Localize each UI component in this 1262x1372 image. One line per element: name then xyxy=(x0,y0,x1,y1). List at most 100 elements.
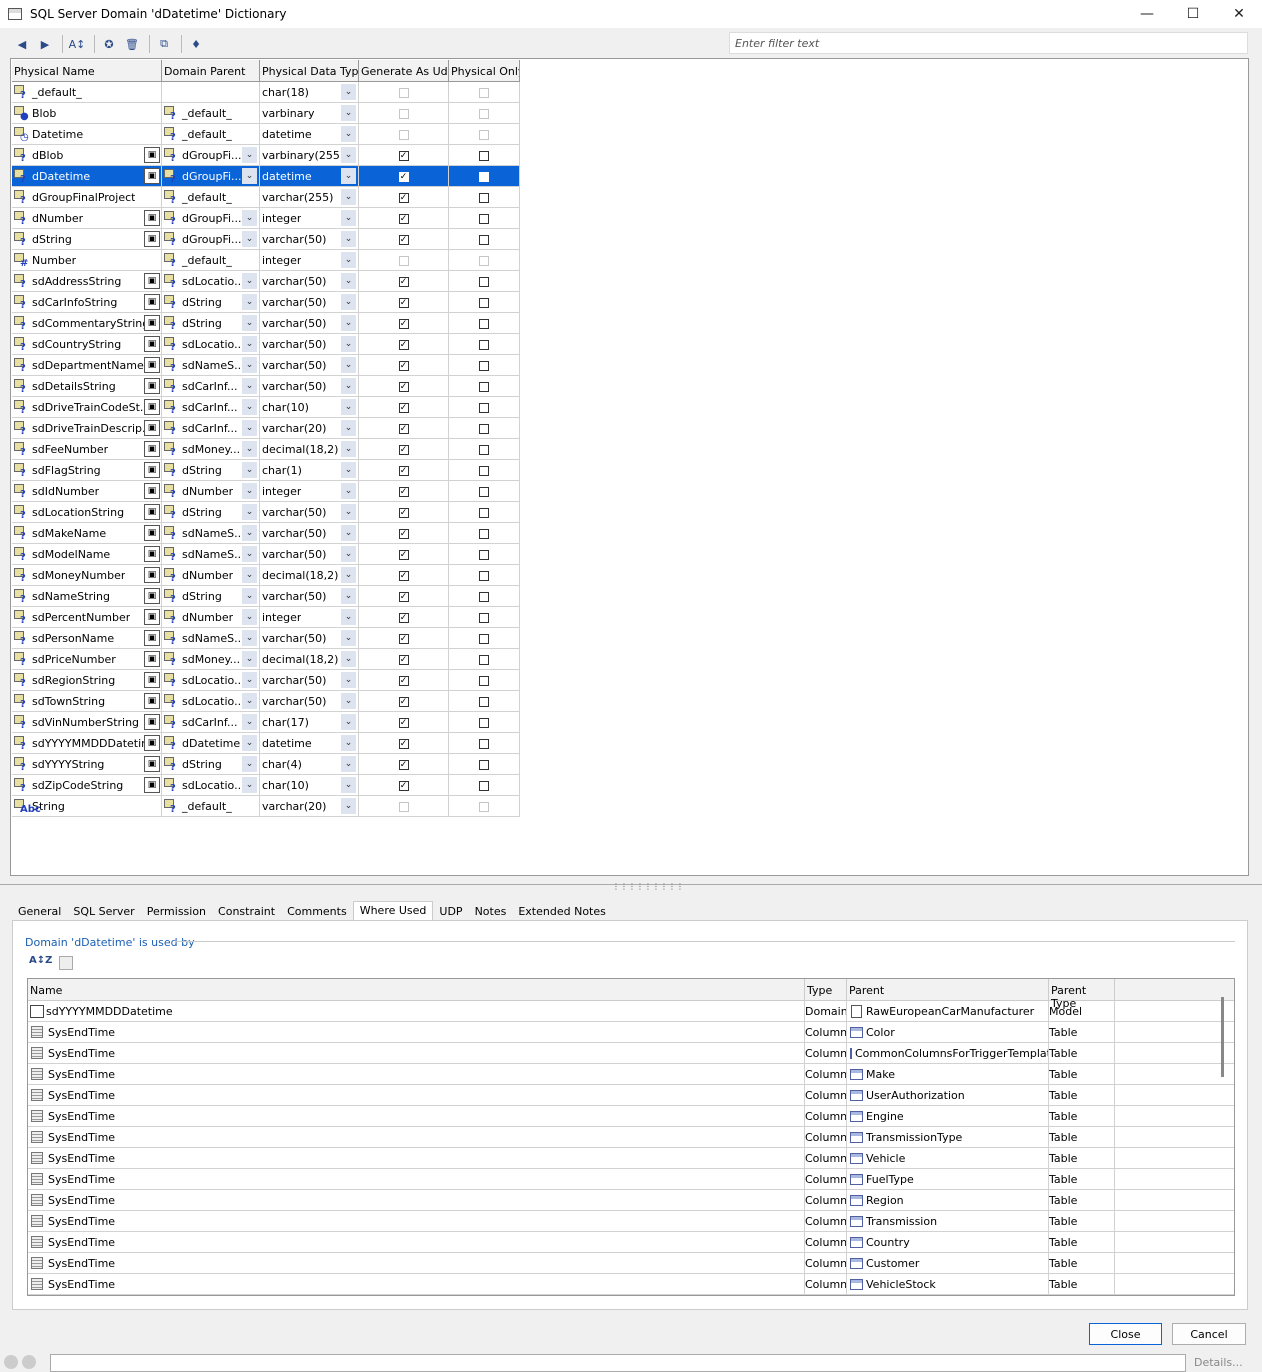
data-type-cell[interactable]: varchar(50) ⌄ xyxy=(260,523,359,544)
grid-row[interactable]: ? sdCommentaryString ▣? dString ⌄ varchar(50)… xyxy=(12,313,520,334)
chevron-down-icon[interactable]: ⌄ xyxy=(242,336,257,352)
physical-name-cell[interactable]: ? sdDriveTrainCodeSt... ▣ xyxy=(12,397,162,418)
chevron-down-icon[interactable]: ⌄ xyxy=(242,357,257,373)
chevron-down-icon[interactable]: ⌄ xyxy=(341,672,356,688)
data-type-cell[interactable]: varchar(50) ⌄ xyxy=(260,691,359,712)
physical-name-cell[interactable]: ? sdNameString ▣ xyxy=(12,586,162,607)
chevron-down-icon[interactable]: ⌄ xyxy=(242,147,257,163)
domain-parent-cell[interactable]: ? dNumber ⌄ xyxy=(162,607,260,628)
physical-name-cell[interactable]: ? sdTownString ▣ xyxy=(12,691,162,712)
where-used-row[interactable]: SysEndTime Column Transmission Table xyxy=(28,1211,1234,1232)
data-type-cell[interactable]: varchar(50) ⌄ xyxy=(260,544,359,565)
grid-row[interactable]: ? dGroupFinalProject? _default_ varchar(255… xyxy=(12,187,520,208)
picker-icon[interactable]: ▣ xyxy=(144,546,160,562)
data-type-cell[interactable]: char(10) ⌄ xyxy=(260,397,359,418)
grid-row[interactable]: ? sdCountryString ▣? sdLocatio... ⌄ varchar(5… xyxy=(12,334,520,355)
chevron-down-icon[interactable]: ⌄ xyxy=(341,462,356,478)
data-type-cell[interactable]: varchar(50) ⌄ xyxy=(260,229,359,250)
tab-notes[interactable]: Notes xyxy=(469,901,513,921)
chevron-down-icon[interactable]: ⌄ xyxy=(242,210,257,226)
data-type-cell[interactable]: varchar(20) ⌄ xyxy=(260,796,359,817)
picker-icon[interactable]: ▣ xyxy=(144,672,160,688)
domain-parent-cell[interactable]: ? sdLocatio... ⌄ xyxy=(162,691,260,712)
domain-parent-cell[interactable]: ? sdLocatio... ⌄ xyxy=(162,334,260,355)
chevron-down-icon[interactable]: ⌄ xyxy=(341,252,356,268)
data-type-cell[interactable]: decimal(18,2) ⌄ xyxy=(260,439,359,460)
physical-only-checkbox[interactable] xyxy=(479,570,489,581)
domain-parent-cell[interactable]: ? dGroupFi... ⌄ xyxy=(162,166,260,187)
data-type-cell[interactable]: varchar(50) ⌄ xyxy=(260,313,359,334)
chevron-down-icon[interactable]: ⌄ xyxy=(242,714,257,730)
chevron-down-icon[interactable]: ⌄ xyxy=(341,399,356,415)
physical-name-cell[interactable]: ? dNumber ▣ xyxy=(12,208,162,229)
physical-name-cell[interactable]: ? sdDriveTrainDescrip... ▣ xyxy=(12,418,162,439)
picker-icon[interactable]: ▣ xyxy=(144,714,160,730)
physical-name-cell[interactable]: Abc String xyxy=(12,796,162,817)
header-domain-parent[interactable]: Domain Parent xyxy=(162,60,260,81)
chevron-down-icon[interactable]: ⌄ xyxy=(341,84,356,100)
chevron-down-icon[interactable]: ⌄ xyxy=(341,609,356,625)
chevron-down-icon[interactable]: ⌄ xyxy=(242,630,257,646)
grid-row[interactable]: ? sdNameString ▣? dString ⌄ varchar(50) ⌄ ✓ xyxy=(12,586,520,607)
chevron-down-icon[interactable]: ⌄ xyxy=(341,546,356,562)
picker-icon[interactable]: ▣ xyxy=(144,609,160,625)
data-type-cell[interactable]: char(17) ⌄ xyxy=(260,712,359,733)
header-physical-data-type[interactable]: Physical Data Type xyxy=(260,60,359,81)
picker-icon[interactable]: ▣ xyxy=(144,462,160,478)
grid-row[interactable]: # Number? _default_ integer ⌄ xyxy=(12,250,520,271)
tab-comments[interactable]: Comments xyxy=(281,901,353,921)
domain-parent-cell[interactable]: ? dDatetime ⌄ xyxy=(162,733,260,754)
chevron-down-icon[interactable]: ⌄ xyxy=(242,525,257,541)
book-icon[interactable]: ♦ xyxy=(186,34,206,54)
chevron-down-icon[interactable]: ⌄ xyxy=(242,735,257,751)
grid-row[interactable]: ? sdFeeNumber ▣? sdMoney... ⌄ decimal(18,2) ⌄ ✓ xyxy=(12,439,520,460)
data-type-cell[interactable]: varbinary ⌄ xyxy=(260,103,359,124)
physical-name-cell[interactable]: ? sdFeeNumber ▣ xyxy=(12,439,162,460)
data-type-cell[interactable]: varchar(50) ⌄ xyxy=(260,628,359,649)
physical-name-cell[interactable]: ? sdCountryString ▣ xyxy=(12,334,162,355)
data-type-cell[interactable]: varchar(50) ⌄ xyxy=(260,334,359,355)
physical-only-checkbox[interactable] xyxy=(479,759,489,770)
back-icon[interactable] xyxy=(4,1355,18,1369)
grid-row[interactable]: ? _default_ char(18) ⌄ xyxy=(12,82,520,103)
physical-only-checkbox[interactable] xyxy=(479,465,489,476)
data-type-cell[interactable]: varchar(50) ⌄ xyxy=(260,502,359,523)
physical-only-checkbox[interactable] xyxy=(479,486,489,497)
generate-as-udd-checkbox[interactable]: ✓ xyxy=(398,234,409,245)
physical-name-cell[interactable]: ? sdCommentaryString ▣ xyxy=(12,313,162,334)
chevron-down-icon[interactable]: ⌄ xyxy=(341,441,356,457)
grid-row[interactable]: ? sdPriceNumber ▣? sdMoney... ⌄ decimal(18,2)… xyxy=(12,649,520,670)
picker-icon[interactable]: ▣ xyxy=(144,294,160,310)
grid-row[interactable]: ? sdRegionString ▣? sdLocatio... ⌄ varchar(50… xyxy=(12,670,520,691)
tab-udp[interactable]: UDP xyxy=(433,901,468,921)
grid-row[interactable]: Abc String? _default_ varchar(20) ⌄ xyxy=(12,796,520,817)
physical-only-checkbox[interactable] xyxy=(479,213,489,224)
grid-row[interactable]: ? dBlob ▣? dGroupFi... ⌄ varbinary(255) ⌄ ✓ xyxy=(12,145,520,166)
physical-name-cell[interactable]: ? dGroupFinalProject xyxy=(12,187,162,208)
picker-icon[interactable]: ▣ xyxy=(144,441,160,457)
physical-name-cell[interactable]: ? dDatetime ▣ xyxy=(12,166,162,187)
close-button[interactable]: Close xyxy=(1089,1323,1162,1345)
generate-as-udd-checkbox[interactable]: ✓ xyxy=(398,528,409,539)
generate-as-udd-checkbox[interactable]: ✓ xyxy=(398,696,409,707)
grid-row[interactable]: ? sdYYYYString ▣? dString ⌄ char(4) ⌄ ✓ xyxy=(12,754,520,775)
generate-as-udd-checkbox[interactable]: ✓ xyxy=(398,381,409,392)
physical-only-checkbox[interactable] xyxy=(479,780,489,791)
physical-name-cell[interactable]: ? sdPercentNumber ▣ xyxy=(12,607,162,628)
domain-parent-cell[interactable]: ? dGroupFi... ⌄ xyxy=(162,145,260,166)
chevron-down-icon[interactable]: ⌄ xyxy=(242,231,257,247)
physical-only-checkbox[interactable] xyxy=(479,297,489,308)
where-used-row[interactable]: SysEndTime Column UserAuthorization Table xyxy=(28,1085,1234,1106)
domain-parent-cell[interactable]: ? dString ⌄ xyxy=(162,313,260,334)
domain-parent-cell[interactable]: ? _default_ xyxy=(162,250,260,271)
domain-parent-cell[interactable]: ? _default_ xyxy=(162,796,260,817)
tab-permission[interactable]: Permission xyxy=(141,901,212,921)
header-physical-only[interactable]: Physical Only xyxy=(449,60,520,81)
physical-name-cell[interactable]: # Number xyxy=(12,250,162,271)
chevron-down-icon[interactable]: ⌄ xyxy=(242,441,257,457)
data-type-cell[interactable]: decimal(18,2) ⌄ xyxy=(260,649,359,670)
chevron-down-icon[interactable]: ⌄ xyxy=(242,651,257,667)
minimize-button[interactable]: — xyxy=(1124,0,1170,28)
physical-name-cell[interactable]: ? sdPriceNumber ▣ xyxy=(12,649,162,670)
generate-as-udd-checkbox[interactable]: ✓ xyxy=(398,213,409,224)
